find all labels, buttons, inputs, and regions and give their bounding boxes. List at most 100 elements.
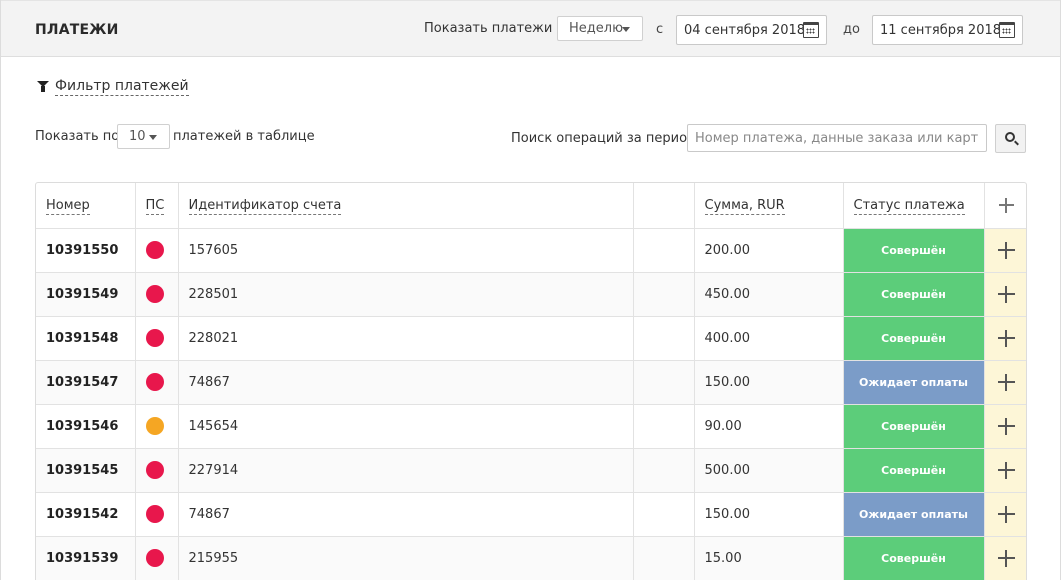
add-column-button[interactable]	[984, 183, 1026, 229]
to-label: до	[843, 22, 860, 37]
ps-cell	[135, 272, 179, 317]
table-row[interactable]: 10391548 228021 400.00 Совершён	[36, 316, 1026, 361]
ps-cell	[135, 536, 179, 580]
payment-system-dot-icon	[145, 549, 164, 567]
plus-icon	[997, 285, 1015, 303]
status-badge: Совершён	[843, 316, 985, 361]
per-page-label: Показать по:	[35, 129, 124, 144]
payment-number: 10391546	[36, 404, 136, 449]
table-row[interactable]: 10391550 157605 200.00 Совершён	[36, 228, 1026, 273]
row-expand-button[interactable]	[984, 360, 1026, 405]
status-badge: Совершён	[843, 448, 985, 493]
row-expand-button[interactable]	[984, 536, 1026, 580]
empty-cell	[633, 316, 695, 361]
calendar-icon[interactable]	[999, 22, 1015, 38]
ps-cell	[135, 228, 179, 273]
payment-number: 10391547	[36, 360, 136, 405]
per-page-suffix: платежей в таблице	[173, 129, 315, 144]
per-page-value: 10	[129, 129, 146, 144]
chevron-down-icon	[622, 26, 630, 32]
table-row[interactable]: 10391539 215955 15.00 Совершён	[36, 536, 1026, 580]
account-id: 157605	[178, 228, 634, 273]
payment-number: 10391545	[36, 448, 136, 493]
ps-cell	[135, 492, 179, 537]
empty-cell	[633, 272, 695, 317]
column-header-amount[interactable]: Сумма, RUR	[694, 183, 844, 229]
row-expand-button[interactable]	[984, 272, 1026, 317]
ps-cell	[135, 448, 179, 493]
filter-icon	[37, 81, 49, 93]
plus-icon	[997, 461, 1015, 479]
plus-icon	[997, 549, 1015, 567]
empty-cell	[633, 492, 695, 537]
status-badge: Совершён	[843, 404, 985, 449]
amount: 15.00	[694, 536, 844, 580]
column-header-number[interactable]: Номер	[36, 183, 136, 229]
payment-number: 10391542	[36, 492, 136, 537]
account-id: 228501	[178, 272, 634, 317]
payment-number: 10391549	[36, 272, 136, 317]
payment-number: 10391550	[36, 228, 136, 273]
empty-cell	[633, 404, 695, 449]
amount: 150.00	[694, 360, 844, 405]
account-id: 74867	[178, 492, 634, 537]
payment-system-dot-icon	[145, 505, 164, 523]
empty-cell	[633, 228, 695, 273]
row-expand-button[interactable]	[984, 492, 1026, 537]
status-badge: Ожидает оплаты	[843, 492, 985, 537]
search-button[interactable]	[995, 124, 1026, 153]
account-id: 228021	[178, 316, 634, 361]
payments-table: Номер ПС Идентификатор счета Сумма, RUR …	[35, 182, 1027, 580]
payment-system-dot-icon	[145, 373, 164, 391]
date-from-input[interactable]: 04 сентября 2018	[676, 15, 827, 45]
ps-cell	[135, 316, 179, 361]
date-to-input[interactable]: 11 сентября 2018	[872, 15, 1023, 45]
column-header-empty	[633, 183, 695, 229]
period-select[interactable]: Неделю	[557, 16, 643, 41]
plus-icon	[997, 329, 1015, 347]
table-header-row: Номер ПС Идентификатор счета Сумма, RUR …	[36, 183, 1026, 229]
table-row[interactable]: 10391549 228501 450.00 Совершён	[36, 272, 1026, 317]
table-row[interactable]: 10391542 74867 150.00 Ожидает оплаты	[36, 492, 1026, 537]
ps-cell	[135, 404, 179, 449]
plus-icon	[997, 373, 1015, 391]
table-row[interactable]: 10391547 74867 150.00 Ожидает оплаты	[36, 360, 1026, 405]
payment-system-dot-icon	[145, 241, 164, 259]
payment-number: 10391539	[36, 536, 136, 580]
plus-icon	[997, 505, 1015, 523]
column-header-status[interactable]: Статус платежа	[843, 183, 985, 229]
search-label: Поиск операций за период:	[511, 131, 701, 146]
amount: 500.00	[694, 448, 844, 493]
account-id: 74867	[178, 360, 634, 405]
row-expand-button[interactable]	[984, 448, 1026, 493]
row-expand-button[interactable]	[984, 316, 1026, 361]
status-badge: Совершён	[843, 536, 985, 580]
column-header-ps[interactable]: ПС	[135, 183, 179, 229]
empty-cell	[633, 536, 695, 580]
row-expand-button[interactable]	[984, 228, 1026, 273]
filter-label[interactable]: Фильтр платежей	[55, 78, 189, 96]
table-row[interactable]: 10391545 227914 500.00 Совершён	[36, 448, 1026, 493]
payment-system-dot-icon	[145, 417, 164, 435]
per-page-select[interactable]: 10	[117, 124, 170, 149]
amount: 200.00	[694, 228, 844, 273]
status-badge: Ожидает оплаты	[843, 360, 985, 405]
table-row[interactable]: 10391546 145654 90.00 Совершён	[36, 404, 1026, 449]
row-expand-button[interactable]	[984, 404, 1026, 449]
ps-cell	[135, 360, 179, 405]
status-badge: Совершён	[843, 228, 985, 273]
page-title: ПЛАТЕЖИ	[35, 22, 119, 38]
account-id: 215955	[178, 536, 634, 580]
column-header-account-id[interactable]: Идентификатор счета	[178, 183, 634, 229]
empty-cell	[633, 448, 695, 493]
period-select-value: Неделю	[569, 21, 624, 36]
calendar-icon[interactable]	[803, 22, 819, 38]
search-icon	[1005, 132, 1015, 142]
plus-icon	[997, 241, 1015, 259]
payment-system-dot-icon	[145, 461, 164, 479]
amount: 450.00	[694, 272, 844, 317]
payment-filter-toggle[interactable]: Фильтр платежей	[37, 78, 189, 96]
search-input[interactable]	[687, 124, 987, 152]
amount: 400.00	[694, 316, 844, 361]
status-badge: Совершён	[843, 272, 985, 317]
